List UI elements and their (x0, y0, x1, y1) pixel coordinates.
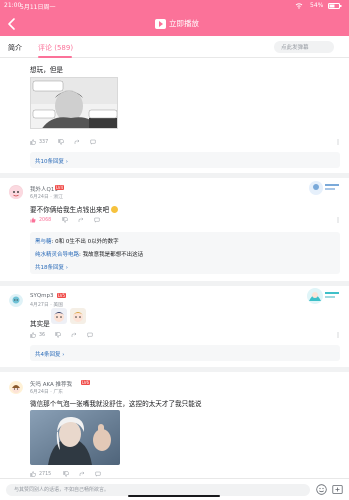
reply-icon[interactable] (87, 332, 93, 338)
play-now-button[interactable]: 立即播放 (155, 18, 199, 29)
thumbs-up-icon (30, 471, 36, 477)
fan-badge-icon (307, 288, 339, 304)
sub-reply[interactable]: 纯水精灵合导电路: 我故意我是都想不出这话 (35, 250, 143, 258)
comment-text: 其实是 (30, 320, 50, 328)
reply-icon[interactable] (94, 217, 100, 223)
thumbs-down-icon[interactable] (58, 139, 64, 145)
like-button[interactable]: 337 (30, 139, 48, 145)
sub-reply-author[interactable]: 黑与糖 (35, 239, 52, 245)
level-badge: LV4 (55, 185, 65, 190)
level-badge: LV5 (57, 293, 67, 298)
share-icon[interactable] (79, 471, 85, 477)
comment-text: 要不你俩给我生点钱出来吧 (30, 204, 119, 214)
more-icon[interactable] (335, 332, 341, 338)
video-header: 21:00 5月11日周一 54% 立即播放 (0, 0, 349, 36)
wifi-icon (295, 3, 303, 9)
more-icon[interactable] (335, 217, 341, 223)
share-icon[interactable] (74, 139, 80, 145)
battery-icon (328, 3, 342, 9)
avatar-face-icon (9, 381, 23, 394)
comment-meta: 4月27日 · 美国 (30, 303, 63, 308)
comment-text-content: 要不你俩给我生点钱出来吧 (30, 206, 110, 214)
sub-reply-author[interactable]: 纯水精灵合导电路 (35, 252, 79, 258)
danmaku-placeholder: 点此发弹幕 (281, 45, 309, 51)
more-replies-link[interactable]: 共4条回复 › (35, 350, 64, 358)
sub-reply[interactable]: 黑与糖: 0和 0生不出 0以外的数字 (35, 237, 119, 245)
manga-illustration (31, 78, 117, 128)
tab-bar: 简介 评论 (589) 点此发弹幕 (0, 36, 349, 58)
like-button[interactable]: 2715 (30, 471, 51, 477)
like-count: 2715 (39, 471, 52, 477)
back-arrow-icon[interactable] (6, 17, 18, 31)
avatar-face-icon (9, 186, 23, 199)
share-icon[interactable] (71, 332, 77, 338)
app-root: 21:00 5月11日周一 54% 立即播放 简介 评论 (589) 点此发弹幕… (0, 0, 349, 500)
thumbs-up-icon (30, 139, 36, 145)
like-count: 36 (39, 332, 46, 338)
more-icon[interactable] (335, 139, 341, 145)
avatar[interactable] (9, 293, 23, 307)
more-replies-link[interactable]: 共10条回复 › (35, 157, 68, 165)
reply-icon[interactable] (90, 139, 96, 145)
danmaku-input[interactable]: 点此发弹幕 (274, 41, 334, 53)
comment-count: (589) (54, 44, 74, 52)
like-button[interactable]: 2068 (30, 217, 51, 223)
thumbs-up-icon (30, 332, 36, 338)
sub-reply-text: : 我故意我是都想不出这话 (79, 252, 144, 258)
tab-comments[interactable]: 评论 (589) (38, 43, 73, 53)
emoji-icon (111, 206, 119, 213)
sticker-face-icon (54, 312, 64, 322)
comment-text: 想玩，但是 (30, 66, 63, 74)
status-time: 21:00 (4, 2, 22, 9)
tab-indicator (38, 56, 72, 58)
play-now-label: 立即播放 (169, 19, 199, 28)
reply-summary[interactable]: 共4条回复 › (30, 345, 340, 361)
sub-reply-text: : 0和 0生不出 0以外的数字 (51, 239, 119, 245)
fan-badge (308, 180, 342, 196)
thumbs-down-icon[interactable] (55, 332, 61, 338)
fan-badge (306, 287, 342, 305)
comment-text: 微信那个气泡一张嘴我就没舒住，这捏的太天才了我只能说 (30, 400, 202, 408)
username[interactable]: SYQmp3 (30, 293, 54, 299)
avatar-face-icon (9, 294, 23, 307)
play-icon (155, 18, 166, 29)
username[interactable]: 我外人Q11 (30, 185, 58, 193)
level-badge: LV6 (81, 380, 91, 385)
photo-illustration (30, 410, 120, 465)
sticker-face-icon (73, 312, 83, 322)
comment-image-photo[interactable] (30, 410, 120, 465)
reply-icon[interactable] (95, 471, 101, 477)
tab-intro[interactable]: 简介 (8, 43, 22, 53)
share-icon[interactable] (78, 217, 84, 223)
like-button[interactable]: 36 (30, 332, 45, 338)
divider (0, 367, 349, 372)
reply-summary[interactable]: 共10条回复 › (30, 152, 340, 168)
sticker-icon (70, 308, 86, 324)
like-count: 337 (39, 139, 49, 145)
comment-meta: 6月24日 · 浙江 (30, 195, 63, 200)
add-image-icon[interactable] (332, 484, 343, 495)
thumbs-down-icon[interactable] (62, 217, 68, 223)
avatar[interactable] (9, 185, 23, 199)
like-count: 2068 (39, 217, 52, 223)
divider (0, 281, 349, 286)
thumbs-down-icon[interactable] (63, 471, 69, 477)
thumbs-up-icon (30, 217, 36, 223)
comment-input-placeholder: 与其赞同别人的话语，不如自己畅所欲言。 (14, 487, 110, 493)
divider (0, 173, 349, 178)
avatar[interactable] (9, 380, 23, 394)
comment-image-manga[interactable] (30, 77, 118, 129)
sticker-icon (51, 308, 67, 324)
emoji-picker-icon[interactable] (316, 484, 327, 495)
more-replies-link[interactable]: 共18条回复 › (35, 263, 68, 271)
username[interactable]: 矢吗 AKA 推荐我 (30, 380, 72, 388)
status-date: 5月11日周一 (20, 4, 56, 11)
sub-replies: 黑与糖: 0和 0生不出 0以外的数字 纯水精灵合导电路: 我故意我是都想不出这… (30, 232, 340, 274)
tab-comments-label: 评论 (38, 44, 52, 52)
home-indicator (128, 495, 220, 497)
status-battery: 54% (310, 2, 324, 9)
comment-meta: 6月24日 · 广东 (30, 390, 63, 395)
fan-badge-icon (309, 181, 339, 195)
